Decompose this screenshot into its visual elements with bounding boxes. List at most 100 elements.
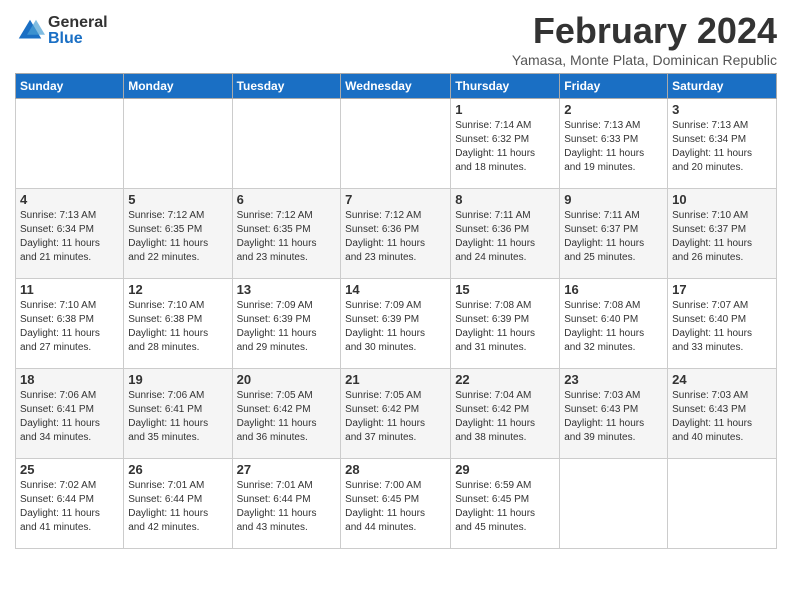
day-number: 11 bbox=[20, 282, 119, 297]
logo-icon bbox=[15, 16, 45, 46]
day-info: Sunrise: 7:09 AM Sunset: 6:39 PM Dayligh… bbox=[345, 299, 446, 355]
logo: General Blue bbox=[15, 15, 108, 47]
title-section: February 2024 Yamasa, Monte Plata, Domin… bbox=[512, 10, 777, 68]
day-number: 20 bbox=[237, 372, 337, 387]
day-number: 8 bbox=[455, 192, 555, 207]
calendar-cell: 3 Sunrise: 7:13 AM Sunset: 6:34 PM Daylig… bbox=[668, 99, 777, 189]
day-number: 19 bbox=[128, 372, 227, 387]
day-number: 22 bbox=[455, 372, 555, 387]
calendar-cell: 26 Sunrise: 7:01 AM Sunset: 6:44 PM Dayli… bbox=[124, 459, 232, 549]
day-info: Sunrise: 7:09 AM Sunset: 6:39 PM Dayligh… bbox=[237, 299, 337, 355]
day-info: Sunrise: 7:08 AM Sunset: 6:39 PM Dayligh… bbox=[455, 299, 555, 355]
calendar-cell bbox=[560, 459, 668, 549]
calendar-header-wednesday: Wednesday bbox=[341, 74, 451, 99]
day-number: 5 bbox=[128, 192, 227, 207]
calendar-week-3: 11Sunrise: 7:10 AM Sunset: 6:38 PM Dayli… bbox=[16, 279, 777, 369]
calendar-week-4: 18 Sunrise: 7:06 AM Sunset: 6:41 PM Dayli… bbox=[16, 369, 777, 459]
day-info: Sunrise: 7:06 AM Sunset: 6:41 PM Dayligh… bbox=[128, 389, 227, 445]
day-number: 23 bbox=[564, 372, 663, 387]
calendar-cell: 28 Sunrise: 7:00 AM Sunset: 6:45 PM Dayli… bbox=[341, 459, 451, 549]
calendar-cell: 2Sunrise: 7:13 AM Sunset: 6:33 PM Daylig… bbox=[560, 99, 668, 189]
calendar-header-sunday: Sunday bbox=[16, 74, 124, 99]
calendar-cell: 16Sunrise: 7:08 AM Sunset: 6:40 PM Dayli… bbox=[560, 279, 668, 369]
calendar-header-tuesday: Tuesday bbox=[232, 74, 341, 99]
calendar-week-5: 25 Sunrise: 7:02 AM Sunset: 6:44 PM Dayli… bbox=[16, 459, 777, 549]
day-info: Sunrise: 7:03 AM Sunset: 6:43 PM Dayligh… bbox=[564, 389, 663, 445]
calendar-header-monday: Monday bbox=[124, 74, 232, 99]
day-number: 12 bbox=[128, 282, 227, 297]
calendar-week-2: 4 Sunrise: 7:13 AM Sunset: 6:34 PM Daylig… bbox=[16, 189, 777, 279]
day-info: Sunrise: 7:10 AM Sunset: 6:37 PM Dayligh… bbox=[672, 209, 772, 265]
day-info: Sunrise: 7:01 AM Sunset: 6:44 PM Dayligh… bbox=[237, 479, 337, 535]
day-number: 9 bbox=[564, 192, 663, 207]
calendar-cell: 1Sunrise: 7:14 AM Sunset: 6:32 PM Daylig… bbox=[451, 99, 560, 189]
calendar-header-row: SundayMondayTuesdayWednesdayThursdayFrid… bbox=[16, 74, 777, 99]
day-info: Sunrise: 7:12 AM Sunset: 6:35 PM Dayligh… bbox=[128, 209, 227, 265]
day-info: Sunrise: 7:04 AM Sunset: 6:42 PM Dayligh… bbox=[455, 389, 555, 445]
calendar-cell: 4 Sunrise: 7:13 AM Sunset: 6:34 PM Daylig… bbox=[16, 189, 124, 279]
calendar-cell: 9 Sunrise: 7:11 AM Sunset: 6:37 PM Daylig… bbox=[560, 189, 668, 279]
calendar-header-saturday: Saturday bbox=[668, 74, 777, 99]
day-info: Sunrise: 7:11 AM Sunset: 6:37 PM Dayligh… bbox=[564, 209, 663, 265]
calendar-cell: 24 Sunrise: 7:03 AM Sunset: 6:43 PM Dayli… bbox=[668, 369, 777, 459]
month-title: February 2024 bbox=[512, 10, 777, 52]
calendar-cell: 17 Sunrise: 7:07 AM Sunset: 6:40 PM Dayli… bbox=[668, 279, 777, 369]
day-number: 17 bbox=[672, 282, 772, 297]
calendar-cell: 21Sunrise: 7:05 AM Sunset: 6:42 PM Dayli… bbox=[341, 369, 451, 459]
day-number: 25 bbox=[20, 462, 119, 477]
day-info: Sunrise: 7:07 AM Sunset: 6:40 PM Dayligh… bbox=[672, 299, 772, 355]
calendar-body: 1Sunrise: 7:14 AM Sunset: 6:32 PM Daylig… bbox=[16, 99, 777, 549]
calendar-cell: 5 Sunrise: 7:12 AM Sunset: 6:35 PM Daylig… bbox=[124, 189, 232, 279]
day-number: 13 bbox=[237, 282, 337, 297]
day-info: Sunrise: 7:13 AM Sunset: 6:34 PM Dayligh… bbox=[672, 119, 772, 175]
day-info: Sunrise: 7:01 AM Sunset: 6:44 PM Dayligh… bbox=[128, 479, 227, 535]
calendar-cell bbox=[16, 99, 124, 189]
day-number: 10 bbox=[672, 192, 772, 207]
calendar-cell: 25 Sunrise: 7:02 AM Sunset: 6:44 PM Dayli… bbox=[16, 459, 124, 549]
calendar-cell: 27 Sunrise: 7:01 AM Sunset: 6:44 PM Dayli… bbox=[232, 459, 341, 549]
calendar-cell: 8 Sunrise: 7:11 AM Sunset: 6:36 PM Daylig… bbox=[451, 189, 560, 279]
day-info: Sunrise: 6:59 AM Sunset: 6:45 PM Dayligh… bbox=[455, 479, 555, 535]
calendar-cell: 19 Sunrise: 7:06 AM Sunset: 6:41 PM Dayli… bbox=[124, 369, 232, 459]
calendar-table: SundayMondayTuesdayWednesdayThursdayFrid… bbox=[15, 73, 777, 549]
day-number: 3 bbox=[672, 102, 772, 117]
day-number: 21 bbox=[345, 372, 446, 387]
calendar-cell: 14 Sunrise: 7:09 AM Sunset: 6:39 PM Dayli… bbox=[341, 279, 451, 369]
day-number: 14 bbox=[345, 282, 446, 297]
calendar-cell bbox=[232, 99, 341, 189]
day-number: 7 bbox=[345, 192, 446, 207]
calendar-cell: 10 Sunrise: 7:10 AM Sunset: 6:37 PM Dayli… bbox=[668, 189, 777, 279]
day-info: Sunrise: 7:11 AM Sunset: 6:36 PM Dayligh… bbox=[455, 209, 555, 265]
day-number: 27 bbox=[237, 462, 337, 477]
day-number: 29 bbox=[455, 462, 555, 477]
calendar-header-thursday: Thursday bbox=[451, 74, 560, 99]
calendar-cell: 22 Sunrise: 7:04 AM Sunset: 6:42 PM Dayli… bbox=[451, 369, 560, 459]
calendar-cell: 13 Sunrise: 7:09 AM Sunset: 6:39 PM Dayli… bbox=[232, 279, 341, 369]
day-number: 2 bbox=[564, 102, 663, 117]
day-info: Sunrise: 7:03 AM Sunset: 6:43 PM Dayligh… bbox=[672, 389, 772, 445]
calendar-cell: 18Sunrise: 7:06 AM Sunset: 6:41 PM Dayli… bbox=[16, 369, 124, 459]
day-info: Sunrise: 7:05 AM Sunset: 6:42 PM Dayligh… bbox=[237, 389, 337, 445]
day-info: Sunrise: 7:12 AM Sunset: 6:35 PM Dayligh… bbox=[237, 209, 337, 265]
calendar-cell bbox=[341, 99, 451, 189]
calendar-header-friday: Friday bbox=[560, 74, 668, 99]
logo-general: General bbox=[48, 15, 108, 31]
calendar-cell: 11Sunrise: 7:10 AM Sunset: 6:38 PM Dayli… bbox=[16, 279, 124, 369]
page-header: General Blue February 2024 Yamasa, Monte… bbox=[15, 10, 777, 68]
day-number: 6 bbox=[237, 192, 337, 207]
calendar-cell: 15Sunrise: 7:08 AM Sunset: 6:39 PM Dayli… bbox=[451, 279, 560, 369]
day-info: Sunrise: 7:02 AM Sunset: 6:44 PM Dayligh… bbox=[20, 479, 119, 535]
day-info: Sunrise: 7:08 AM Sunset: 6:40 PM Dayligh… bbox=[564, 299, 663, 355]
calendar-cell: 29 Sunrise: 6:59 AM Sunset: 6:45 PM Dayli… bbox=[451, 459, 560, 549]
calendar-week-1: 1Sunrise: 7:14 AM Sunset: 6:32 PM Daylig… bbox=[16, 99, 777, 189]
day-number: 4 bbox=[20, 192, 119, 207]
calendar-cell: 20 Sunrise: 7:05 AM Sunset: 6:42 PM Dayli… bbox=[232, 369, 341, 459]
logo-blue: Blue bbox=[48, 31, 108, 47]
day-info: Sunrise: 7:00 AM Sunset: 6:45 PM Dayligh… bbox=[345, 479, 446, 535]
day-info: Sunrise: 7:14 AM Sunset: 6:32 PM Dayligh… bbox=[455, 119, 555, 175]
day-number: 18 bbox=[20, 372, 119, 387]
day-number: 28 bbox=[345, 462, 446, 477]
day-number: 24 bbox=[672, 372, 772, 387]
day-number: 26 bbox=[128, 462, 227, 477]
day-info: Sunrise: 7:13 AM Sunset: 6:34 PM Dayligh… bbox=[20, 209, 119, 265]
